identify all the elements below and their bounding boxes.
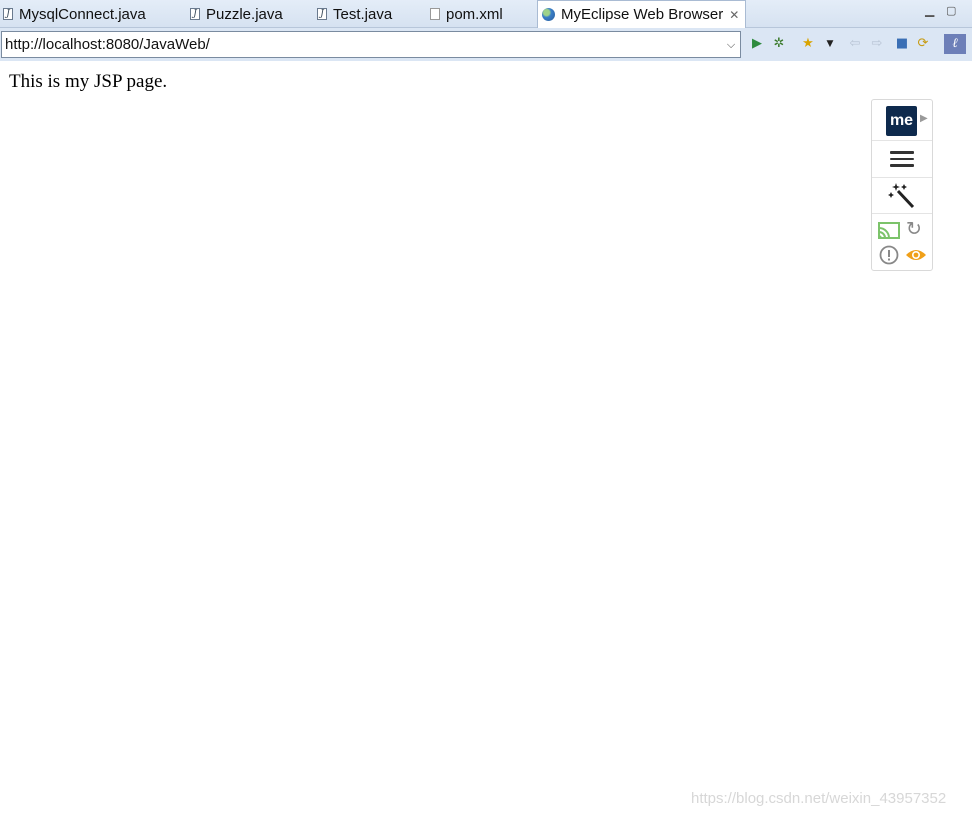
xml-file-icon bbox=[430, 8, 440, 20]
close-tab-icon[interactable]: ✕ bbox=[729, 8, 739, 22]
myeclipse-icon[interactable]: ℓ bbox=[944, 34, 966, 54]
hamburger-menu-icon[interactable] bbox=[890, 151, 914, 171]
url-input[interactable] bbox=[2, 32, 722, 57]
extension-panel: me ▶ ↻ bbox=[871, 99, 933, 271]
extension-logo[interactable]: me bbox=[886, 106, 917, 136]
debug-icon[interactable]: ✲ bbox=[772, 37, 786, 51]
favorites-dropdown-icon[interactable]: ▼ bbox=[823, 37, 837, 51]
tab-test-java[interactable]: J Test.java bbox=[317, 0, 392, 28]
browser-toolbar: ⌵ ▶ ✲ ★ ▼ ⇦ ⇨ ■ ⟳ ℓ bbox=[0, 28, 972, 61]
tab-label: Test.java bbox=[333, 5, 393, 23]
run-icon[interactable]: ▶ bbox=[750, 37, 764, 51]
expand-arrow-icon[interactable]: ▶ bbox=[920, 113, 928, 124]
reload-icon[interactable]: ↻ bbox=[906, 218, 922, 240]
magic-wand-section bbox=[872, 178, 932, 214]
address-bar[interactable]: ⌵ bbox=[1, 31, 741, 58]
tab-label: Puzzle.java bbox=[206, 5, 283, 23]
editor-tab-bar: J MysqlConnect.java J Puzzle.java J Test… bbox=[0, 0, 972, 28]
back-icon[interactable]: ⇦ bbox=[848, 37, 862, 51]
cast-icon[interactable] bbox=[878, 222, 900, 240]
refresh-icon[interactable]: ⟳ bbox=[916, 37, 930, 51]
java-file-icon: J bbox=[317, 8, 327, 20]
globe-icon bbox=[542, 8, 555, 21]
eye-icon[interactable] bbox=[905, 248, 927, 262]
stop-icon[interactable]: ■ bbox=[895, 37, 909, 51]
page-text: This is my JSP page. bbox=[9, 71, 168, 92]
warning-icon[interactable] bbox=[879, 245, 899, 265]
browser-content: This is my JSP page. me ▶ ↻ bbox=[0, 61, 972, 819]
chevron-down-icon[interactable]: ⌵ bbox=[722, 38, 740, 52]
tab-label: MyEclipse Web Browser bbox=[561, 6, 724, 23]
java-file-icon: J bbox=[3, 8, 13, 20]
menu-section bbox=[872, 141, 932, 178]
quick-actions: ↻ bbox=[872, 218, 932, 270]
extension-logo-section: me ▶ bbox=[872, 100, 932, 141]
tab-myeclipse-web-browser[interactable]: MyEclipse Web Browser ✕ bbox=[537, 0, 747, 28]
maximize-icon[interactable]: ▢ bbox=[946, 4, 956, 17]
forward-icon[interactable]: ⇨ bbox=[870, 37, 884, 51]
tab-label: pom.xml bbox=[446, 5, 503, 23]
tab-pom-xml[interactable]: pom.xml bbox=[430, 0, 503, 28]
minimize-icon[interactable]: ▁ bbox=[925, 3, 934, 17]
tab-mysqlconnect-java[interactable]: J MysqlConnect.java bbox=[3, 0, 146, 28]
watermark: https://blog.csdn.net/weixin_43957352 bbox=[691, 790, 947, 807]
tab-label: MysqlConnect.java bbox=[19, 5, 146, 23]
magic-wand-icon[interactable] bbox=[888, 182, 918, 210]
java-file-icon: J bbox=[190, 8, 200, 20]
favorites-icon[interactable]: ★ bbox=[801, 37, 815, 51]
tab-puzzle-java[interactable]: J Puzzle.java bbox=[190, 0, 283, 28]
